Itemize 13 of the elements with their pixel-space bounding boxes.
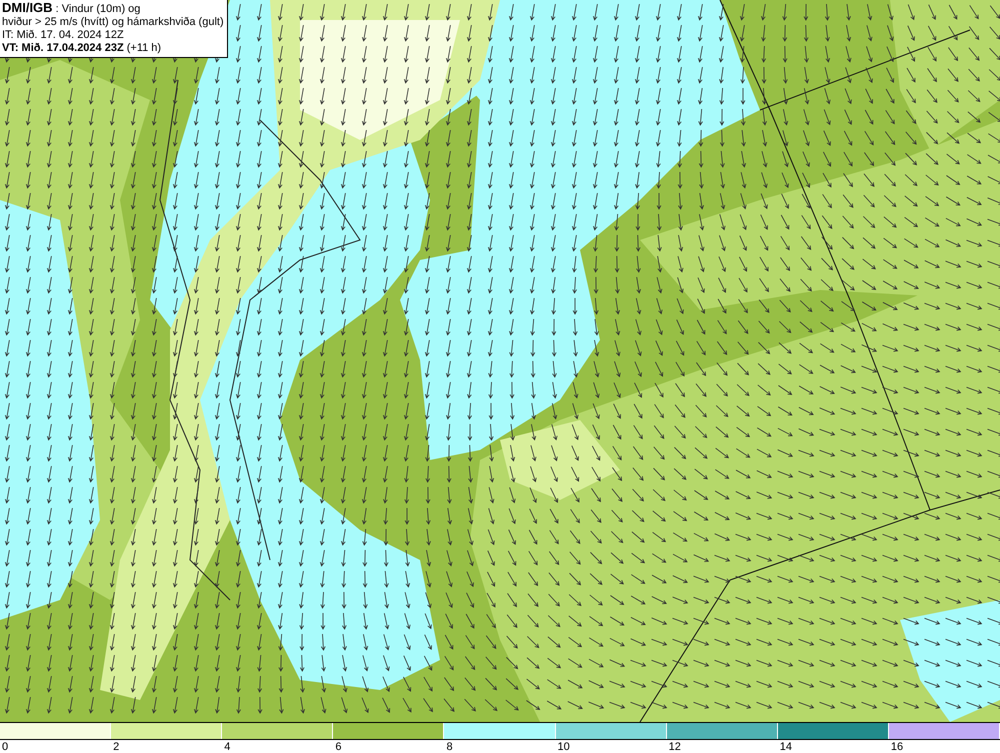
legend-tick-label: 16 [890,740,904,753]
legend-tick-label: 4 [223,740,232,753]
legend-tick-label: 14 [778,740,794,753]
legend-tick-label: 8 [445,740,454,753]
map-title: DMI/IGB : Vindur (10m) og [2,1,142,16]
legend-tick-label: 6 [334,740,342,753]
legend-tick-label: 12 [668,740,682,753]
legend-tick-label: 0 [1,740,10,753]
legend-tick-label: 2 [112,740,120,753]
map-subtitle: hviður > 25 m/s (hvítt) og hámarkshviða (gult) [2,16,224,29]
valid-time: VT: Mið. 17.04.2024 23Z (+11 h) [2,42,162,55]
legend-tick-label: 10 [556,740,571,753]
initial-time: IT: Mið. 17. 04. 2024 12Z [2,29,125,42]
